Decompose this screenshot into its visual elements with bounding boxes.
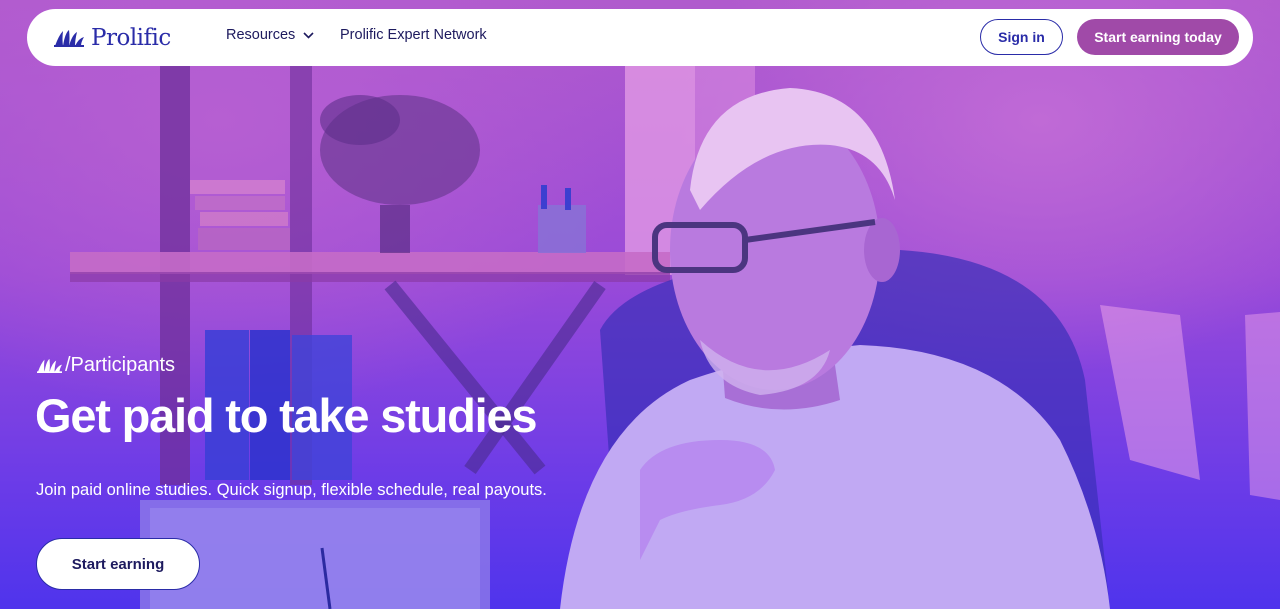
top-navbar: Prolific Resources Prolific Expert Netwo… xyxy=(27,9,1253,66)
start-earning-button[interactable]: Start earning xyxy=(36,538,200,590)
prolific-fan-logo-icon xyxy=(37,358,62,373)
nav-expert-network-link[interactable]: Prolific Expert Network xyxy=(340,27,487,43)
sign-in-label: Sign in xyxy=(998,29,1045,45)
hero-photo-illustration xyxy=(70,65,1280,609)
hero-subheadline: Join paid online studies. Quick signup, … xyxy=(36,481,547,499)
prolific-fan-logo-icon xyxy=(54,30,84,47)
chevron-down-icon xyxy=(303,31,314,39)
nav-resources-label: Resources xyxy=(226,27,296,43)
sign-in-button[interactable]: Sign in xyxy=(980,19,1063,55)
nav-resources-dropdown[interactable]: Resources xyxy=(226,27,314,43)
nav-expert-network-label: Prolific Expert Network xyxy=(340,27,487,43)
start-earning-today-label: Start earning today xyxy=(1094,29,1222,45)
start-earning-label: Start earning xyxy=(71,555,165,573)
hero-eyebrow-label: /Participants xyxy=(65,353,176,376)
hero-eyebrow: /Participants xyxy=(36,352,175,378)
start-earning-today-button[interactable]: Start earning today xyxy=(1077,19,1239,55)
brand-logo[interactable]: Prolific xyxy=(53,23,171,53)
hero-background-photo xyxy=(0,0,1280,609)
hero-headline: Get paid to take studies xyxy=(35,389,538,442)
brand-name: Prolific xyxy=(91,25,171,51)
